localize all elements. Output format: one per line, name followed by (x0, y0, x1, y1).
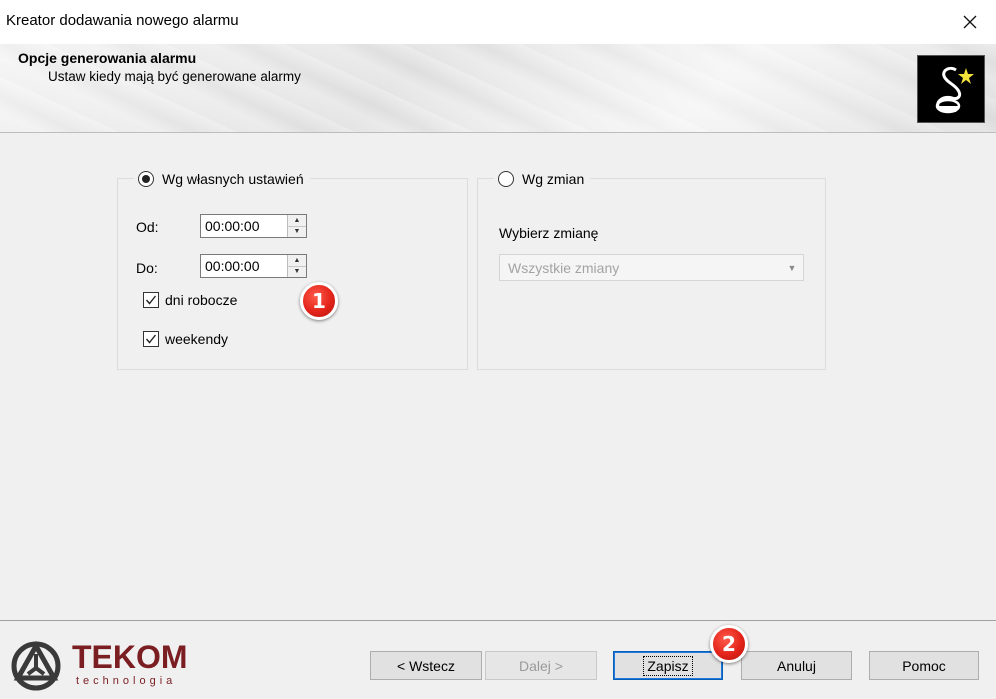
close-icon (963, 15, 977, 29)
banner-subtitle: Ustaw kiedy mają być generowane alarmy (48, 69, 301, 84)
spin-up-icon[interactable]: ▲ (288, 215, 306, 226)
workdays-checkbox[interactable] (143, 292, 159, 308)
shifts-legend: Wg zmian (494, 168, 591, 190)
chevron-down-icon: ▼ (787, 262, 797, 273)
select-shift-label: Wybierz zmianę (499, 225, 599, 241)
step-marker-1: 1 (300, 282, 338, 320)
logo-text: TEKOM (72, 639, 188, 675)
step-marker-2: 2 (710, 625, 748, 663)
weekends-checkbox[interactable] (143, 331, 159, 347)
weekends-label: weekendy (165, 331, 229, 347)
close-button[interactable] (950, 6, 990, 38)
to-time-value: 00:00:00 (205, 258, 260, 274)
shift-select-value: Wszystkie zmiany (508, 259, 620, 276)
to-time-input[interactable]: 00:00:00 ▲ ▼ (200, 254, 307, 278)
from-time-input[interactable]: 00:00:00 ▲ ▼ (200, 214, 307, 238)
workdays-option[interactable]: dni robocze (143, 292, 237, 308)
to-time-spinner[interactable]: ▲ ▼ (287, 255, 306, 277)
custom-settings-radio[interactable] (138, 171, 154, 187)
shifts-label: Wg zmian (522, 171, 585, 187)
banner-title: Opcje generowania alarmu (18, 50, 197, 66)
logo-subtext: technologia (76, 675, 177, 687)
checkmark-icon (145, 295, 157, 305)
custom-settings-label: Wg własnych ustawień (162, 171, 304, 187)
save-button-label: Zapisz (643, 655, 693, 676)
wizard-icon (917, 55, 985, 123)
weekends-option[interactable]: weekendy (143, 331, 228, 347)
from-label: Od: (136, 219, 159, 235)
tekom-logo-icon (6, 640, 66, 692)
from-time-spinner[interactable]: ▲ ▼ (287, 215, 306, 237)
workdays-label: dni robocze (165, 292, 238, 308)
back-button[interactable]: < Wstecz (370, 651, 482, 680)
cancel-button-label: Anuluj (777, 657, 816, 674)
help-button[interactable]: Pomoc (869, 651, 979, 680)
next-button-label: Dalej > (519, 657, 563, 674)
shifts-radio[interactable] (498, 171, 514, 187)
to-label: Do: (136, 260, 158, 276)
checkmark-icon (145, 334, 157, 344)
spin-down-icon[interactable]: ▼ (288, 225, 306, 238)
from-time-value: 00:00:00 (205, 218, 260, 234)
window-title: Kreator dodawania nowego alarmu (6, 12, 239, 29)
spin-down-icon[interactable]: ▼ (288, 265, 306, 278)
shift-select[interactable]: Wszystkie zmiany ▼ (499, 254, 804, 281)
next-button[interactable]: Dalej > (485, 651, 597, 680)
custom-settings-legend: Wg własnych ustawień (134, 168, 310, 190)
save-button[interactable]: Zapisz (613, 651, 723, 680)
cancel-button[interactable]: Anuluj (741, 651, 852, 680)
help-button-label: Pomoc (902, 657, 946, 674)
spin-up-icon[interactable]: ▲ (288, 255, 306, 266)
back-button-label: < Wstecz (397, 657, 455, 674)
